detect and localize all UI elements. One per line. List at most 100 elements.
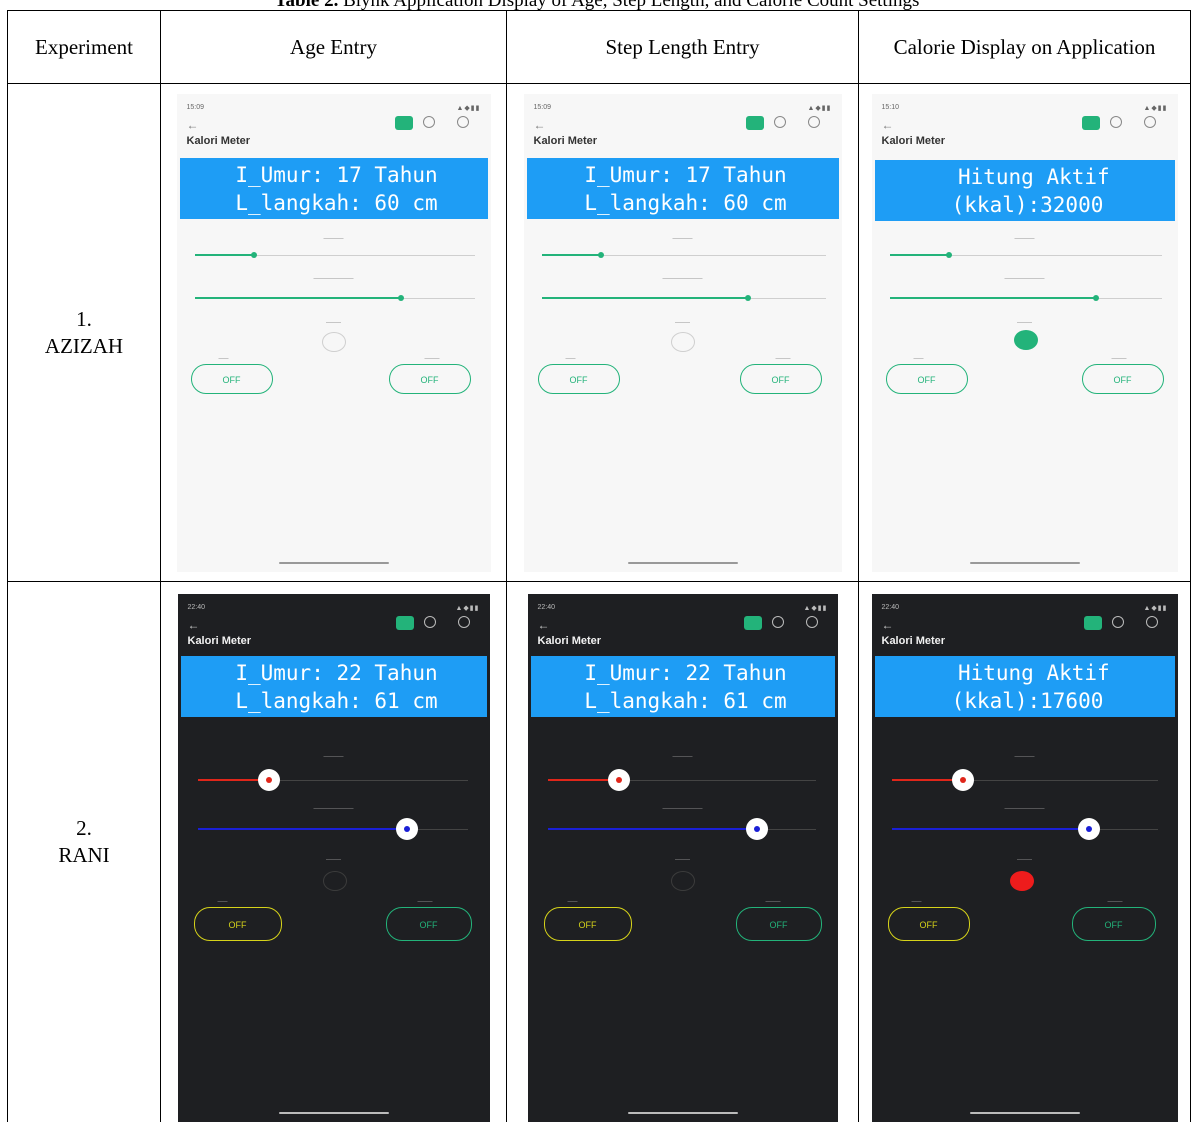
edit-mode-button[interactable]: [743, 616, 762, 630]
aktifkan-button[interactable]: OFF: [1081, 363, 1164, 394]
edit-mode-button[interactable]: [1081, 115, 1100, 130]
reset-button[interactable]: OFF: [885, 363, 968, 394]
screenshot-cell: 15:09 ▲◆▮▮ ← Kalori Meter I_Umur: 17 Tahu…: [506, 83, 859, 582]
status-bar: 22:40 ▲◆▮▮: [538, 604, 828, 614]
aktifkan-button[interactable]: OFF: [388, 363, 471, 394]
aktifkan-label: ———: [424, 355, 440, 362]
age-slider-knob[interactable]: [257, 769, 280, 791]
app-title[interactable]: Kalori Meter: [882, 635, 946, 647]
results-table: Experiment Age Entry Step Length Entry C…: [7, 10, 1191, 1122]
aktifkan-button[interactable]: OFF: [385, 907, 472, 941]
edit-mode-button[interactable]: [394, 115, 413, 130]
slider-label-age: ————: [323, 235, 344, 242]
info-icon[interactable]: [807, 115, 820, 128]
back-arrow-icon[interactable]: ←: [882, 618, 894, 632]
aktifkan-button[interactable]: OFF: [739, 363, 822, 394]
status-bar: 22:40 ▲◆▮▮: [882, 604, 1168, 614]
age-slider-fill: [889, 253, 948, 256]
header-step-length-entry: Step Length Entry: [506, 10, 859, 84]
back-arrow-icon[interactable]: ←: [882, 118, 894, 132]
experiment-number: 2.: [76, 816, 92, 840]
info-icon[interactable]: [457, 616, 470, 628]
status-icons: ▲◆▮▮: [456, 104, 481, 112]
reset-label: ——: [217, 899, 228, 905]
back-arrow-icon[interactable]: ←: [538, 618, 550, 632]
indicator-led: [1009, 871, 1034, 891]
aktifkan-button[interactable]: OFF: [735, 907, 822, 941]
app-title[interactable]: Kalori Meter: [538, 635, 602, 647]
step-slider-fill: [891, 828, 1096, 830]
lcd-display: Hitung Aktif (kkal):32000: [874, 159, 1175, 221]
reset-button[interactable]: OFF: [190, 363, 273, 394]
experiment-cell: 1. AZIZAH: [7, 83, 161, 582]
back-arrow-icon[interactable]: ←: [187, 118, 199, 132]
home-indicator[interactable]: [278, 561, 389, 564]
age-slider-knob[interactable]: [951, 769, 974, 791]
bell-icon[interactable]: [1111, 616, 1124, 628]
back-arrow-icon[interactable]: ←: [534, 118, 546, 132]
age-slider-knob[interactable]: [250, 251, 257, 258]
reset-button[interactable]: OFF: [537, 363, 620, 394]
step-slider-knob[interactable]: [1092, 294, 1099, 301]
app-title[interactable]: Kalori Meter: [534, 135, 598, 147]
home-indicator[interactable]: [627, 561, 738, 564]
app-title[interactable]: Kalori Meter: [882, 135, 946, 147]
status-bar: 15:09 ▲◆▮▮: [187, 104, 481, 114]
aktifkan-label: ———: [417, 899, 433, 905]
info-icon[interactable]: [456, 115, 469, 128]
aktifkan-button[interactable]: OFF: [1071, 907, 1156, 941]
bell-icon[interactable]: [422, 115, 435, 128]
indicator-led: [670, 871, 695, 891]
step-slider-fill: [194, 296, 400, 299]
reset-button[interactable]: OFF: [193, 907, 282, 941]
edit-mode-button[interactable]: [1083, 616, 1102, 630]
home-indicator[interactable]: [627, 1112, 738, 1114]
step-slider-fill: [541, 296, 747, 299]
edit-mode-button[interactable]: [395, 616, 414, 630]
home-indicator[interactable]: [278, 1112, 389, 1114]
info-icon[interactable]: [1143, 115, 1156, 128]
age-slider-knob[interactable]: [607, 769, 630, 791]
age-slider-knob[interactable]: [945, 251, 952, 258]
reset-label: ——: [567, 899, 578, 905]
edit-mode-button[interactable]: [745, 115, 764, 130]
lcd-display: Hitung Aktif (kkal):17600: [874, 656, 1175, 717]
screenshot-cell: 15:10 ▲◆▮▮ ← Kalori Meter Hitung Aktif (kk…: [858, 83, 1191, 582]
app-title[interactable]: Kalori Meter: [188, 635, 252, 647]
info-icon[interactable]: [805, 616, 818, 628]
lcd-line-2: (kkal):17600: [951, 689, 1104, 713]
lcd-display: I_Umur: 17 Tahun L_langkah: 60 cm: [179, 157, 488, 219]
reset-label: ——: [911, 899, 922, 905]
info-icon[interactable]: [1145, 616, 1158, 628]
table-row-azizah: 1. AZIZAH 15:09 ▲◆▮▮ ← Kalori Meter I_Umur…: [7, 83, 1191, 582]
reset-button[interactable]: OFF: [887, 907, 970, 941]
reset-button[interactable]: OFF: [543, 907, 632, 941]
bell-icon[interactable]: [1109, 115, 1122, 128]
reset-label: ——: [565, 355, 576, 362]
bell-icon[interactable]: [423, 616, 436, 628]
age-slider-knob[interactable]: [597, 251, 604, 258]
indicator-led: [321, 331, 346, 352]
back-arrow-icon[interactable]: ←: [188, 618, 200, 632]
bell-icon[interactable]: [773, 115, 786, 128]
lcd-line-1: I_Umur: 22 Tahun: [584, 661, 787, 685]
screenshot-cell: 22:40 ▲◆▮▮ ← Kalori Meter I_Umur: 22 Tahu…: [506, 581, 859, 1122]
indicator-label: ———: [326, 857, 341, 863]
status-time: 15:10: [881, 103, 900, 111]
aktifkan-label: ———: [1111, 355, 1127, 362]
step-slider-knob[interactable]: [744, 294, 751, 301]
step-slider-knob[interactable]: [397, 294, 404, 301]
lcd-line-2: (kkal):32000: [951, 192, 1104, 217]
indicator-label: ———: [1017, 319, 1032, 326]
home-indicator[interactable]: [969, 1112, 1080, 1114]
status-time: 22:40: [881, 604, 900, 611]
step-slider-fill: [547, 828, 764, 830]
bell-icon[interactable]: [771, 616, 784, 628]
home-indicator[interactable]: [969, 561, 1080, 564]
step-slider-knob[interactable]: [395, 818, 418, 840]
aktifkan-label: ———: [765, 899, 781, 905]
step-slider-knob[interactable]: [1077, 818, 1100, 840]
step-slider-knob[interactable]: [745, 818, 768, 840]
app-title[interactable]: Kalori Meter: [187, 135, 251, 147]
step-slider-fill: [889, 296, 1095, 299]
